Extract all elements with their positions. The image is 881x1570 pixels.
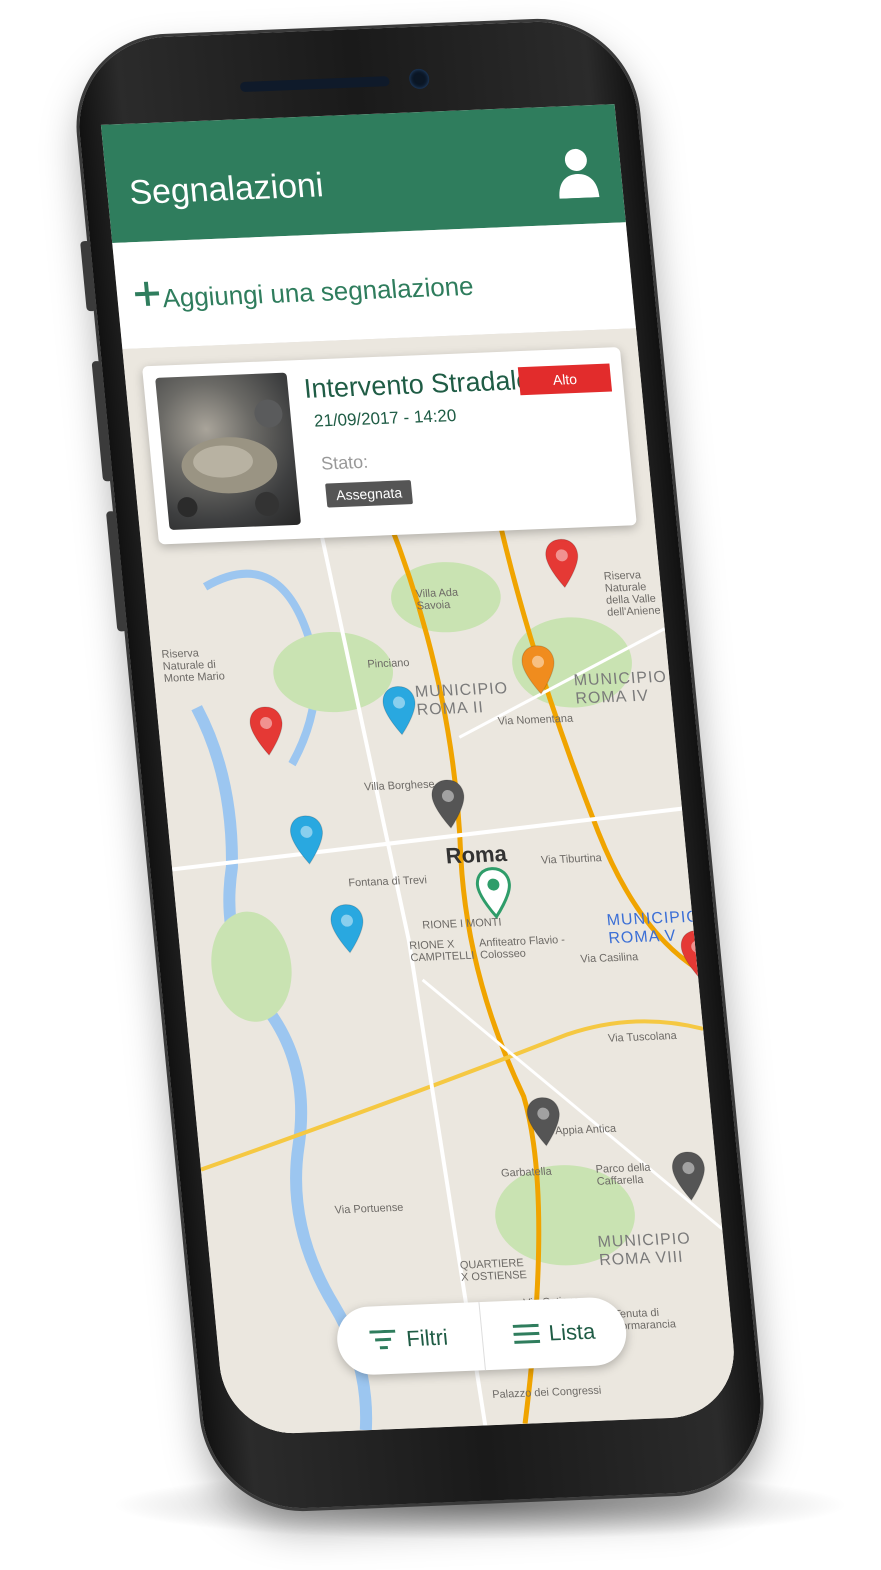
- report-title: Intervento Stradale: [302, 364, 533, 404]
- map-pin-icon[interactable]: [669, 1149, 710, 1202]
- map-pin-icon[interactable]: [428, 777, 469, 830]
- map-pin-icon[interactable]: [327, 902, 368, 955]
- map-pin-icon[interactable]: [287, 813, 328, 866]
- report-datetime: 21/09/2017 - 14:20: [313, 405, 458, 431]
- front-camera: [408, 68, 431, 90]
- report-status-label: Stato:: [320, 451, 369, 474]
- map-label-riserva-aniene: Riserva Naturale della Valle dell'Aniene: [603, 569, 662, 619]
- map-view[interactable]: Villa Ada Savoia Pinciano MUNICIPIO ROMA…: [122, 328, 741, 1436]
- map-label-pinciano: Pinciano: [366, 656, 411, 671]
- map-pin-icon[interactable]: [379, 684, 420, 737]
- list-label: Lista: [547, 1318, 597, 1346]
- map-pin-icon[interactable]: [474, 866, 515, 920]
- map-label-colosseo: Anfiteatro Flavio - Colosseo: [478, 933, 566, 962]
- map-pin-icon[interactable]: [246, 704, 287, 757]
- add-report-link[interactable]: Aggiungi una segnalazione: [161, 271, 475, 315]
- map-label-caffarella: Parco della Caffarella: [595, 1161, 652, 1188]
- map-label-campitelli: RIONE X CAMPITELLI: [408, 938, 475, 965]
- map-pin-icon[interactable]: [542, 537, 583, 590]
- app-bar: Segnalazioni: [100, 104, 626, 243]
- page-title: Segnalazioni: [127, 166, 326, 213]
- phone-device: Segnalazioni Aggiungi una segnalazione V…: [70, 18, 770, 1512]
- phone-wrap: Segnalazioni Aggiungi una segnalazione V…: [0, 0, 881, 1570]
- priority-badge: Alto: [517, 363, 613, 396]
- volume-up-button: [91, 360, 114, 482]
- map-label-municipio-iv: MUNICIPIO ROMA IV: [573, 668, 668, 708]
- map-label-municipio-viii: MUNICIPIO ROMA VIII: [596, 1230, 692, 1270]
- map-pin-icon[interactable]: [518, 643, 559, 696]
- map-label-via-casilina: Via Casilina: [579, 951, 639, 966]
- filter-icon: [369, 1329, 396, 1350]
- report-photo: [155, 372, 302, 530]
- screen: Segnalazioni Aggiungi una segnalazione V…: [100, 104, 741, 1436]
- map-label-via-tiburtina: Via Tiburtina: [540, 852, 603, 867]
- list-button[interactable]: Lista: [477, 1296, 630, 1371]
- filters-label: Filtri: [405, 1324, 450, 1352]
- report-card[interactable]: Intervento Stradale 21/09/2017 - 14:20 S…: [141, 347, 637, 545]
- mute-switch: [80, 240, 97, 312]
- map-label-villa-ada: Villa Ada Savoia: [415, 586, 459, 613]
- map-pin-icon[interactable]: [524, 1095, 565, 1148]
- speaker-grille: [239, 76, 390, 93]
- plus-icon: [134, 281, 160, 306]
- list-icon: [512, 1323, 540, 1344]
- map-label-riserva-monte-mario: Riserva Naturale di Monte Mario: [161, 647, 226, 685]
- map-label-roma: Roma: [444, 840, 508, 869]
- bottom-action-bar: Filtri Lista: [334, 1296, 630, 1377]
- user-icon[interactable]: [553, 145, 602, 199]
- map-label-ostiense: QUARTIERE X OSTIENSE: [459, 1257, 528, 1284]
- status-badge: Assegnata: [325, 480, 414, 508]
- filters-button[interactable]: Filtri: [334, 1302, 484, 1376]
- map-pin-icon[interactable]: [678, 928, 719, 981]
- volume-down-button: [105, 511, 128, 632]
- map-label-garbatella: Garbatella: [500, 1165, 553, 1180]
